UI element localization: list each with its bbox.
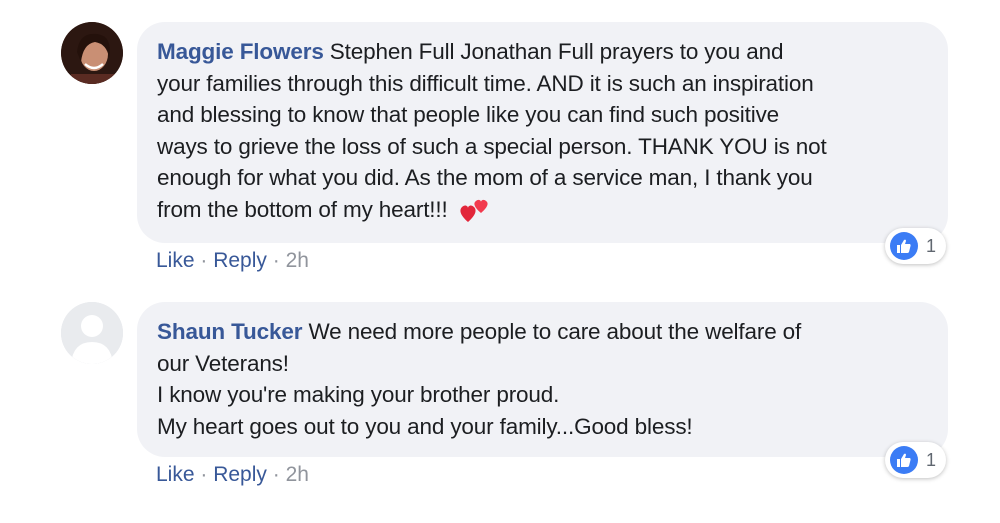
like-reaction-icon [890, 446, 918, 474]
reply-link[interactable]: Reply [213, 249, 267, 272]
like-link[interactable]: Like [156, 463, 195, 486]
comment-bubble: Shaun Tucker We need more people to care… [137, 302, 948, 457]
comment-actions: Like · Reply · 2h [156, 463, 309, 487]
comment-actions: Like · Reply · 2h [156, 249, 309, 273]
comment-bubble: Maggie Flowers Stephen Full Jonathan Ful… [137, 22, 948, 243]
reaction-summary[interactable]: 1 [885, 442, 947, 478]
reaction-summary[interactable]: 1 [885, 228, 947, 264]
comment-text-line: My heart goes out to you and your family… [157, 413, 693, 439]
profile-photo-icon [61, 22, 123, 84]
reaction-count: 1 [926, 449, 937, 470]
comment-text-line: and blessing to know that people like yo… [157, 102, 780, 127]
avatar-shaun-tucker[interactable] [61, 302, 123, 364]
comment-text-line: your families through this difficult tim… [157, 70, 814, 96]
reply-link[interactable]: Reply [213, 463, 267, 486]
default-avatar-icon [61, 302, 123, 364]
reaction-count: 1 [926, 235, 937, 256]
separator: · [200, 463, 214, 486]
two-hearts-icon [460, 199, 488, 222]
comment-text-line: enough for what you did. As the mom of a… [157, 165, 813, 190]
like-reaction-icon [890, 232, 918, 260]
separator: · [200, 249, 214, 272]
comment-text-line: Stephen Full Jonathan Full prayers to yo… [329, 39, 784, 64]
comment-author-link[interactable]: Shaun Tucker [157, 319, 302, 344]
comment-text-line: our Veterans! [157, 350, 289, 376]
separator: · [272, 249, 286, 272]
separator: · [272, 463, 286, 486]
timestamp-link[interactable]: 2h [286, 463, 309, 486]
timestamp-link[interactable]: 2h [286, 249, 309, 272]
like-link[interactable]: Like [156, 249, 195, 272]
comment-text-line: from the bottom of my heart!!! [157, 196, 448, 222]
comment-author-link[interactable]: Maggie Flowers [157, 39, 324, 64]
comment-text-line: I know you're making your brother proud. [157, 382, 560, 407]
avatar-maggie-flowers[interactable] [61, 22, 123, 84]
comment-text-line: We need more people to care about the we… [308, 319, 802, 344]
comment-text-line: ways to grieve the loss of such a specia… [157, 133, 827, 159]
